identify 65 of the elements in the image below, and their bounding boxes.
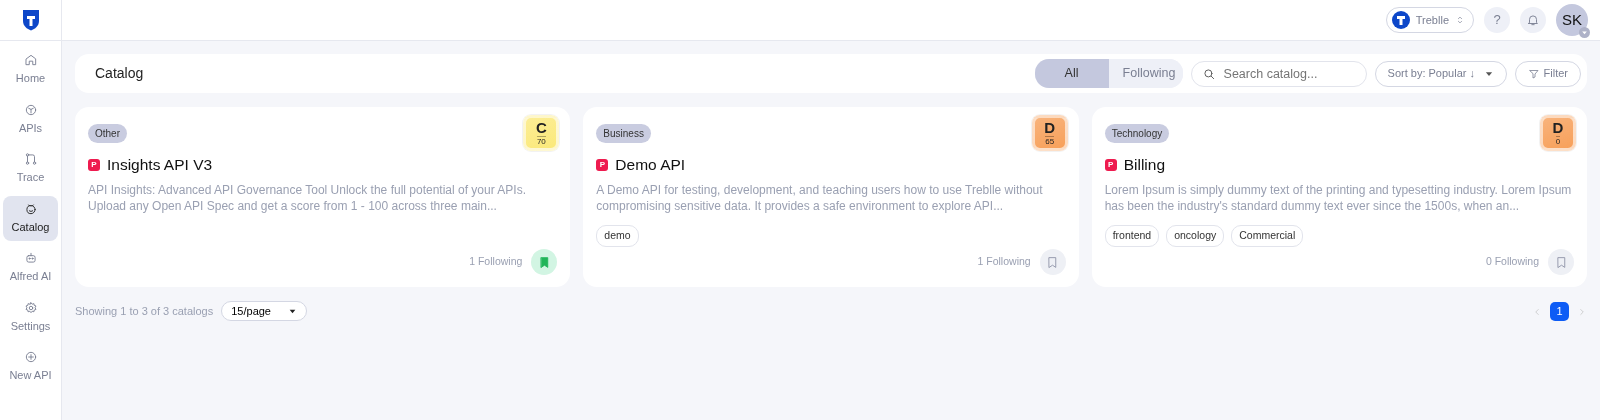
plus-circle-icon bbox=[23, 350, 38, 364]
settings-icon bbox=[23, 300, 38, 315]
platform-badge: P bbox=[596, 158, 609, 171]
tag: frontend bbox=[1104, 224, 1160, 247]
follower-count: 1 Following bbox=[469, 254, 523, 270]
avatar-button[interactable]: SK bbox=[1556, 4, 1588, 36]
filter-button[interactable]: Filter bbox=[1514, 60, 1581, 87]
category-tag: Other bbox=[88, 124, 127, 143]
bookmark-button[interactable] bbox=[1039, 249, 1066, 275]
updown-caret-icon bbox=[1455, 14, 1465, 26]
page-title: Catalog bbox=[95, 64, 144, 83]
api-description: Lorem Ipsum is simply dummy text of the printing and typesetting industry. Lorem Ipsum has been the industry's standard dummy text ever since the 1500s, when an... bbox=[1104, 183, 1573, 215]
tag: demo bbox=[596, 224, 639, 247]
tag: Commercial bbox=[1231, 224, 1304, 247]
notifications-button[interactable] bbox=[1520, 7, 1546, 33]
sidebar-item[interactable]: Home bbox=[3, 47, 58, 93]
search-field[interactable]: Search catalog... bbox=[1190, 60, 1367, 87]
workspace-switcher[interactable]: Treblle bbox=[1385, 7, 1474, 33]
bookmark-button[interactable] bbox=[1548, 249, 1574, 275]
api-description: A Demo API for testing, development, and teaching users how to use Treblle without compromising sensitive data. It provides a safe environment to explore API... bbox=[596, 183, 1044, 215]
filter-icon bbox=[1527, 67, 1540, 80]
follower-count: 1 Following bbox=[977, 254, 1031, 270]
grade-letter: C bbox=[535, 120, 547, 135]
sidebar-item[interactable]: Alfred AI bbox=[3, 245, 58, 291]
cube-icon bbox=[23, 102, 38, 117]
page-button[interactable]: 1 bbox=[1550, 301, 1569, 321]
sidebar-item[interactable]: Trace bbox=[3, 146, 58, 192]
grade-letter: D bbox=[1552, 120, 1564, 135]
help-button[interactable]: ? bbox=[1484, 7, 1510, 33]
branch-icon bbox=[23, 152, 38, 166]
sort-dropdown[interactable]: Sort by: Popular ↓ bbox=[1374, 60, 1507, 87]
sidebar-item[interactable]: New API bbox=[3, 344, 58, 390]
api-card[interactable] bbox=[583, 107, 1079, 287]
api-card[interactable]: Other C 70 P Insights API V3 API Insights: Advanced API Governance Tool Unlock the full potential of your APIs. Upload any Open API Spec and get a score from 1 - 100 across three main... 1 Following bbox=[75, 107, 571, 287]
sidebar-item[interactable]: Settings bbox=[3, 294, 58, 340]
bell-icon bbox=[1526, 13, 1540, 27]
api-description: API Insights: Advanced API Governance Tool Unlock the full potential of your APIs. Upload any Open API Spec and get a score from 1 - 100 across three main... bbox=[88, 183, 528, 215]
chevron-left-icon bbox=[1532, 306, 1542, 317]
smiley-icon bbox=[23, 201, 38, 216]
bookmark-button[interactable] bbox=[531, 249, 558, 275]
grade-score: 65 bbox=[1045, 136, 1055, 146]
api-title[interactable]: Billing bbox=[1123, 153, 1165, 177]
category-tag: Technology bbox=[1104, 124, 1170, 143]
sidebar-item[interactable]: Catalog bbox=[3, 195, 58, 241]
platform-badge: P bbox=[1104, 158, 1117, 171]
category-tag: Business bbox=[596, 124, 651, 143]
grade-score: 70 bbox=[536, 136, 546, 146]
filter-tab[interactable]: All bbox=[1034, 59, 1109, 88]
home-icon bbox=[23, 53, 38, 67]
api-title[interactable]: Demo API bbox=[615, 153, 686, 177]
logo-icon[interactable] bbox=[20, 9, 41, 31]
chevron-right-icon bbox=[1577, 306, 1587, 317]
follower-count: 0 Following bbox=[1485, 254, 1539, 270]
grade-score: 0 bbox=[1555, 136, 1561, 146]
logo-icon bbox=[1391, 11, 1410, 29]
platform-badge: P bbox=[88, 158, 100, 171]
api-card[interactable] bbox=[1091, 107, 1587, 287]
api-title[interactable]: Insights API V3 bbox=[107, 153, 213, 177]
page-size-dropdown[interactable]: 15/page bbox=[221, 301, 308, 321]
robot-icon bbox=[23, 251, 38, 265]
sidebar-item[interactable]: APIs bbox=[3, 96, 58, 142]
results-summary: Showing 1 to 3 of 3 catalogs bbox=[75, 303, 214, 319]
grade-letter: D bbox=[1044, 120, 1056, 135]
tag: oncology bbox=[1166, 224, 1225, 247]
caret-icon bbox=[1579, 27, 1590, 38]
